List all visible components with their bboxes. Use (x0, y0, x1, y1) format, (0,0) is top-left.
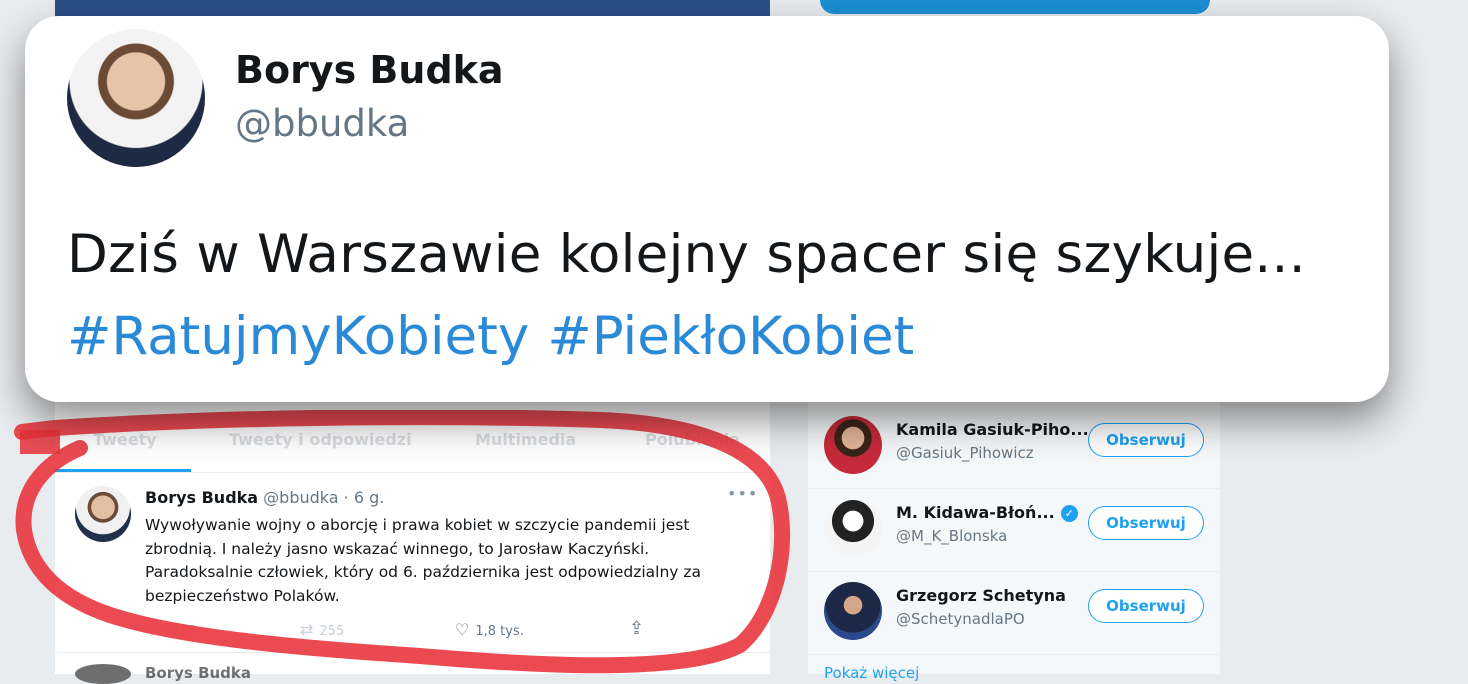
reply-count: 227 (171, 624, 197, 639)
suggestion-name[interactable]: M. Kidawa-Błoń... ✓ (896, 503, 1078, 522)
suggestion-name-text: M. Kidawa-Błoń... (896, 503, 1055, 522)
retweet-icon: ⇄ (300, 620, 314, 639)
avatar[interactable] (824, 416, 882, 474)
tweet[interactable]: Borys Budka @bbudka · 6 g. ••• Wywoływan… (55, 474, 770, 654)
tab-tweets-and-replies[interactable]: Tweety i odpowiedzi (229, 430, 412, 449)
show-more-link[interactable]: Pokaż więcej (824, 664, 919, 682)
tweet-actions: 💬︎ 227 ⇄ 255 ♡ 1,8 tys. ⇪ (145, 618, 665, 640)
reply-button[interactable]: 💬︎ 227 (145, 620, 196, 639)
profile-tabs: Tweety Tweety i odpowiedzi Multimedia Po… (55, 422, 770, 470)
tweet-text-line: Paradoksalnie człowiek, który od 6. paźd… (145, 563, 702, 581)
author-handle: @bbudka (235, 102, 410, 145)
avatar[interactable] (824, 582, 882, 640)
retweet-count: 255 (319, 624, 345, 639)
tweet-text-line: Wywoływanie wojny o aborcję i prawa kobi… (145, 516, 690, 534)
more-options-icon[interactable]: ••• (727, 484, 758, 503)
verified-icon: ✓ (1060, 505, 1078, 522)
heart-icon: ♡ (455, 620, 470, 639)
author-name: Borys Budka (235, 48, 504, 92)
like-count: 1,8 tys. (475, 624, 524, 639)
avatar[interactable] (75, 486, 131, 542)
tweet-author-name[interactable]: Borys Budka (145, 664, 251, 682)
retweet-button[interactable]: ⇄ 255 (300, 620, 344, 639)
share-icon[interactable]: ⇪ (629, 618, 644, 639)
avatar (67, 29, 205, 167)
follow-button[interactable]: Obserwuj (1088, 506, 1204, 540)
follow-button[interactable]: Obserwuj (1088, 423, 1204, 457)
tweet-text: Dziś w Warszawie kolejny spacer się szyk… (67, 224, 1306, 285)
follow-suggestion[interactable]: Grzegorz Schetyna @SchetynadlaPO Obserwu… (808, 572, 1220, 655)
avatar[interactable] (824, 499, 882, 557)
zoomed-tweet-card: Borys Budka @bbudka Dziś w Warszawie kol… (25, 16, 1389, 402)
tab-likes[interactable]: Polubienia (645, 430, 740, 449)
suggestion-handle: @SchetynadlaPO (896, 610, 1025, 628)
tab-tweets[interactable]: Tweety (93, 430, 157, 449)
profile-action-button[interactable] (820, 0, 1210, 14)
tweet-text: Wywoływanie wojny o aborcję i prawa kobi… (145, 514, 725, 608)
tweet-text-line: zbrodnią. I należy jasno wskazać winnego… (145, 539, 650, 558)
reply-icon: 💬︎ (145, 620, 166, 639)
follow-suggestion[interactable]: Kamila Gasiuk-Piho... @Gasiuk_Pihowicz O… (808, 406, 1220, 489)
suggestion-handle: @M_K_Blonska (896, 527, 1008, 545)
tweet-header: Borys Budka @bbudka · 6 g. (145, 488, 384, 507)
tweet-meta: @bbudka · 6 g. (263, 488, 385, 507)
suggestion-name[interactable]: Grzegorz Schetyna (896, 586, 1066, 605)
hashtag-link[interactable]: #RatujmyKobiety (67, 306, 529, 367)
tweet-text-line: bezpieczeństwo Polaków. (145, 586, 340, 605)
suggestion-name[interactable]: Kamila Gasiuk-Piho... (896, 420, 1089, 439)
like-button[interactable]: ♡ 1,8 tys. (455, 620, 524, 639)
follow-button[interactable]: Obserwuj (1088, 589, 1204, 623)
tab-media[interactable]: Multimedia (475, 430, 576, 449)
tweet-author-name[interactable]: Borys Budka (145, 488, 258, 507)
follow-suggestion[interactable]: M. Kidawa-Błoń... ✓ @M_K_Blonska Obserwuj (808, 489, 1220, 572)
suggestion-handle: @Gasiuk_Pihowicz (896, 444, 1034, 462)
tweet-divider (55, 652, 770, 653)
tabs-divider (55, 472, 770, 473)
hashtag-link[interactable]: #PiekłoKobiet (547, 306, 914, 367)
avatar[interactable] (75, 664, 131, 684)
hashtags: #RatujmyKobiety #PiekłoKobiet (67, 306, 932, 367)
